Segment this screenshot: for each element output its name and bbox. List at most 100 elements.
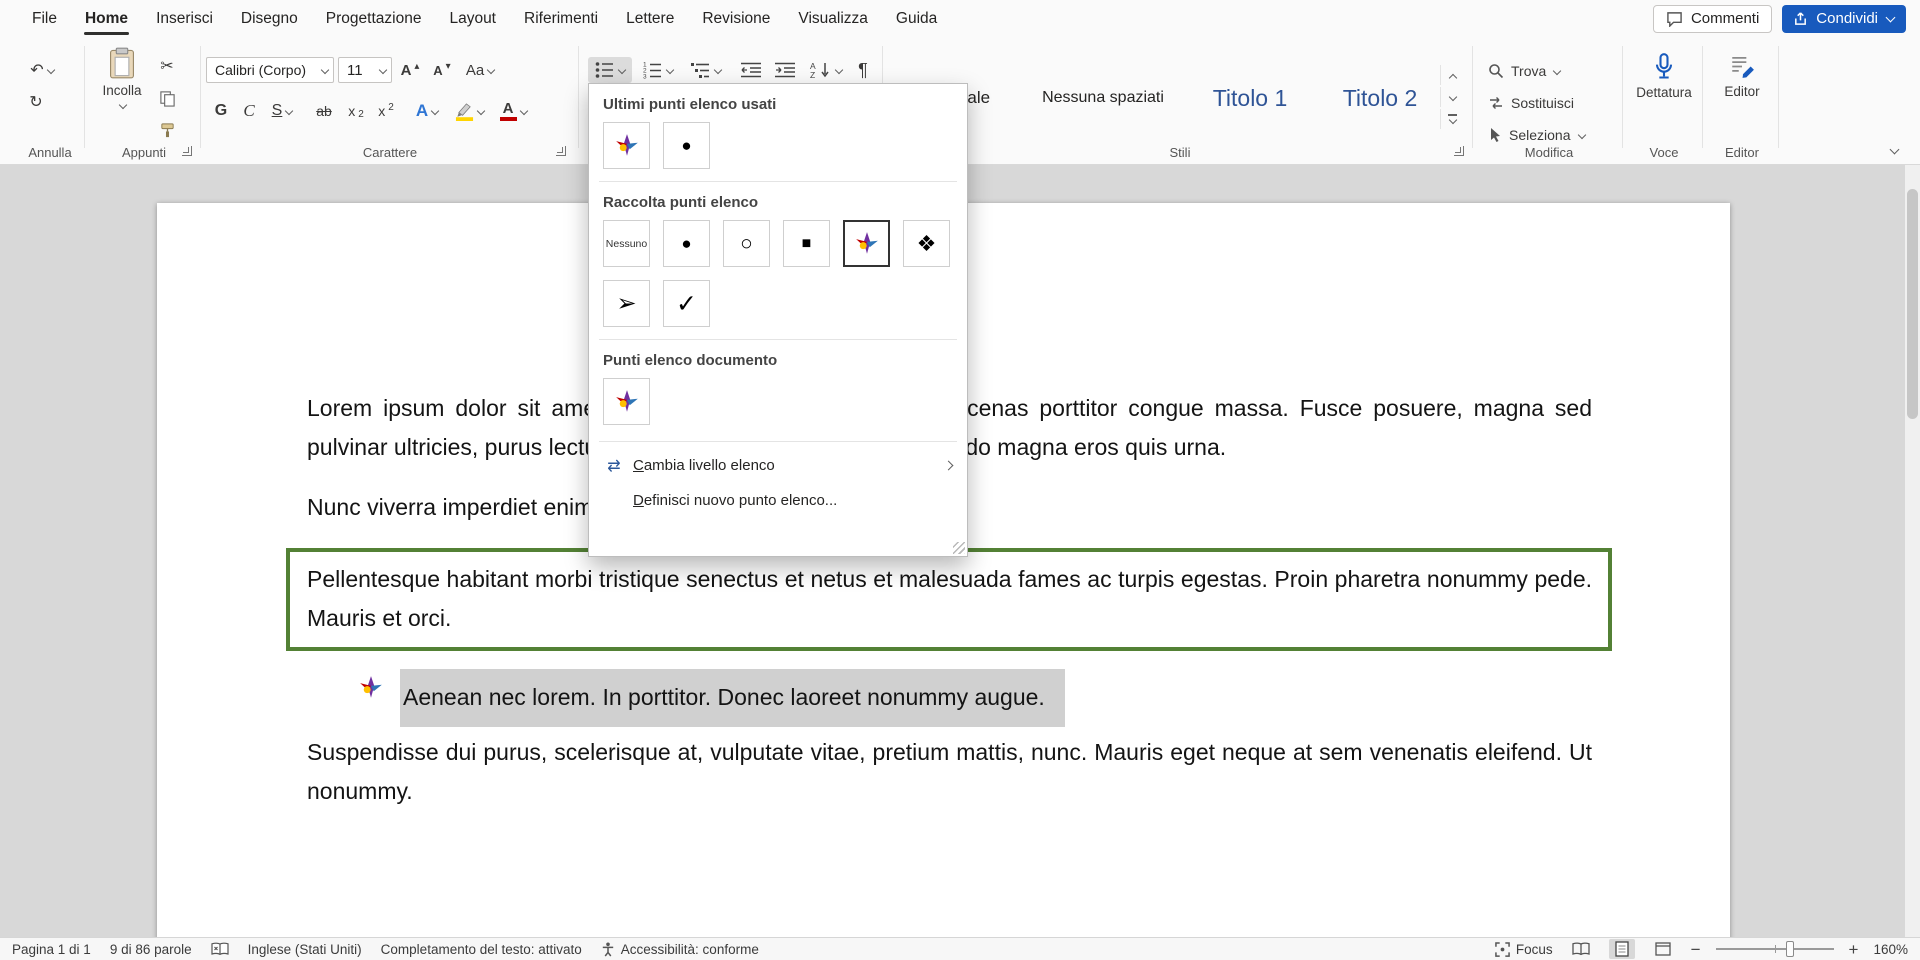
cut-button[interactable]: ✂ bbox=[152, 53, 182, 79]
editor-button[interactable]: Editor bbox=[1712, 53, 1772, 99]
styles-dialog-launcher-icon[interactable] bbox=[1454, 146, 1464, 156]
zoom-out-button[interactable]: − bbox=[1691, 941, 1701, 958]
bullet-option-dot[interactable]: ● bbox=[663, 220, 710, 267]
tab-lettere[interactable]: Lettere bbox=[612, 0, 688, 37]
menu-item-define-new-bullet[interactable]: Definisci nuovo punto elenco... bbox=[589, 483, 967, 518]
copy-button[interactable] bbox=[152, 85, 182, 111]
read-mode-button[interactable] bbox=[1568, 939, 1594, 959]
styles-scroll-down-button[interactable] bbox=[1440, 87, 1464, 107]
italic-button[interactable]: C bbox=[236, 98, 262, 124]
font-name-combo[interactable]: Calibri (Corpo) bbox=[206, 57, 334, 83]
bullet-option-custom[interactable] bbox=[603, 122, 650, 169]
sort-button[interactable]: AZ bbox=[808, 57, 844, 83]
tab-visualizza[interactable]: Visualizza bbox=[784, 0, 882, 37]
show-formatting-button[interactable]: ¶ bbox=[848, 57, 878, 83]
bullets-button[interactable] bbox=[588, 57, 632, 83]
bold-button[interactable]: G bbox=[208, 98, 234, 124]
tab-guida[interactable]: Guida bbox=[882, 0, 951, 37]
proofing-status[interactable] bbox=[211, 942, 229, 956]
print-layout-button[interactable] bbox=[1609, 939, 1635, 959]
font-dialog-launcher-icon[interactable] bbox=[556, 146, 566, 156]
bullet-option-arrow[interactable]: ➢ bbox=[603, 280, 650, 327]
find-label: Trova bbox=[1511, 63, 1546, 79]
superscript-button[interactable]: x2 bbox=[372, 98, 400, 124]
font-color-button[interactable]: A bbox=[492, 98, 534, 124]
clipboard-dialog-launcher-icon[interactable] bbox=[182, 146, 192, 156]
tab-revisione[interactable]: Revisione bbox=[688, 0, 784, 37]
zoom-in-button[interactable]: + bbox=[1849, 941, 1859, 958]
bullet-option-check[interactable]: ✓ bbox=[663, 280, 710, 327]
undo-button[interactable]: ↶ bbox=[22, 57, 62, 83]
tab-progettazione[interactable]: Progettazione bbox=[312, 0, 436, 37]
collapse-ribbon-button[interactable] bbox=[1880, 137, 1908, 163]
tab-riferimenti[interactable]: Riferimenti bbox=[510, 0, 612, 37]
style-no-spacing[interactable]: Nessuna spaziati bbox=[1022, 70, 1184, 126]
grow-font-button[interactable]: A ▴ bbox=[396, 57, 424, 83]
paste-button[interactable]: Incolla bbox=[96, 47, 148, 109]
tab-layout[interactable]: Layout bbox=[435, 0, 510, 37]
strikethrough-button[interactable]: ab bbox=[308, 98, 340, 124]
bullet-list-item[interactable]: Aenean nec lorem. In porttitor. Donec la… bbox=[307, 669, 1592, 727]
resize-grip[interactable] bbox=[953, 542, 965, 554]
tab-disegno[interactable]: Disegno bbox=[227, 0, 312, 37]
numbering-button[interactable]: 123 bbox=[636, 57, 680, 83]
replace-button[interactable]: Sostituisci bbox=[1488, 90, 1574, 116]
multilevel-list-button[interactable] bbox=[684, 57, 728, 83]
accessibility-status[interactable]: Accessibilità: conforme bbox=[601, 942, 759, 957]
styles-gallery-expand-button[interactable] bbox=[1440, 109, 1464, 129]
underline-button[interactable]: S bbox=[264, 98, 300, 124]
zoom-level[interactable]: 160% bbox=[1873, 942, 1908, 957]
read-mode-icon bbox=[1572, 942, 1590, 956]
font-size-combo[interactable]: 11 bbox=[338, 57, 392, 83]
scrollbar-thumb[interactable] bbox=[1907, 189, 1918, 419]
redo-button[interactable]: ↻ bbox=[22, 89, 50, 115]
text-completion-status[interactable]: Completamento del testo: attivato bbox=[381, 942, 582, 957]
subscript-small: 2 bbox=[358, 109, 364, 120]
tab-file[interactable]: File bbox=[18, 0, 71, 37]
bullet-option-diamonds[interactable]: ❖ bbox=[903, 220, 950, 267]
word-count[interactable]: 9 di 86 parole bbox=[110, 942, 192, 957]
change-case-button[interactable]: Aa bbox=[460, 57, 500, 83]
decrease-indent-button[interactable] bbox=[736, 57, 766, 83]
page-indicator[interactable]: Pagina 1 di 1 bbox=[12, 942, 91, 957]
highlight-color-button[interactable] bbox=[448, 98, 490, 124]
subscript-button[interactable]: x2 bbox=[342, 98, 370, 124]
text-effects-button[interactable]: A bbox=[408, 98, 446, 124]
ribbon-tab-strip: File Home Inserisci Disegno Progettazion… bbox=[0, 0, 951, 37]
shrink-font-button[interactable]: A ▾ bbox=[428, 57, 456, 83]
zoom-slider-handle[interactable] bbox=[1786, 941, 1794, 957]
accessibility-person-icon bbox=[601, 942, 615, 957]
paragraph[interactable]: Suspendisse dui purus, scelerisque at, v… bbox=[307, 733, 1592, 811]
comments-button[interactable]: Commenti bbox=[1653, 5, 1772, 33]
increase-indent-button[interactable] bbox=[770, 57, 800, 83]
styles-scroll-up-button[interactable] bbox=[1440, 65, 1464, 85]
superscript-label: x bbox=[378, 103, 385, 119]
bullet-option-square[interactable]: ■ bbox=[783, 220, 830, 267]
bullet-option-dot[interactable]: ● bbox=[663, 122, 710, 169]
bullet-option-custom-selected[interactable] bbox=[843, 220, 890, 267]
tab-inserisci[interactable]: Inserisci bbox=[142, 0, 227, 37]
bordered-paragraph[interactable]: Pellentesque habitant morbi tristique se… bbox=[286, 548, 1612, 651]
zoom-slider[interactable] bbox=[1716, 948, 1834, 950]
style-heading1-label: Titolo 1 bbox=[1213, 85, 1288, 112]
find-button[interactable]: Trova bbox=[1488, 58, 1560, 84]
format-painter-button[interactable] bbox=[152, 117, 182, 143]
vertical-scrollbar[interactable] bbox=[1905, 165, 1920, 937]
group-divider bbox=[578, 46, 579, 148]
down-arrow-icon: ▾ bbox=[446, 61, 451, 72]
bullet-option-none[interactable]: Nessuno bbox=[603, 220, 650, 267]
focus-mode-button[interactable]: Focus bbox=[1495, 942, 1553, 957]
style-heading2[interactable]: Titolo 2 bbox=[1324, 70, 1436, 126]
language-indicator[interactable]: Inglese (Stati Uniti) bbox=[248, 942, 362, 957]
selected-text[interactable]: Aenean nec lorem. In porttitor. Donec la… bbox=[400, 669, 1065, 727]
tab-home[interactable]: Home bbox=[71, 0, 142, 37]
dictate-button[interactable]: Dettatura bbox=[1632, 53, 1696, 100]
web-layout-button[interactable] bbox=[1650, 939, 1676, 959]
bullet-option-circle[interactable]: ○ bbox=[723, 220, 770, 267]
chevron-down-icon bbox=[1578, 132, 1585, 139]
menu-item-change-list-level[interactable]: ⇄ Cambia livello elenco bbox=[589, 448, 967, 483]
chevron-down-icon[interactable] bbox=[1886, 14, 1895, 23]
style-heading1[interactable]: Titolo 1 bbox=[1194, 70, 1306, 126]
share-button[interactable]: Condividi bbox=[1782, 5, 1906, 33]
bullet-option-custom-document[interactable] bbox=[603, 378, 650, 425]
